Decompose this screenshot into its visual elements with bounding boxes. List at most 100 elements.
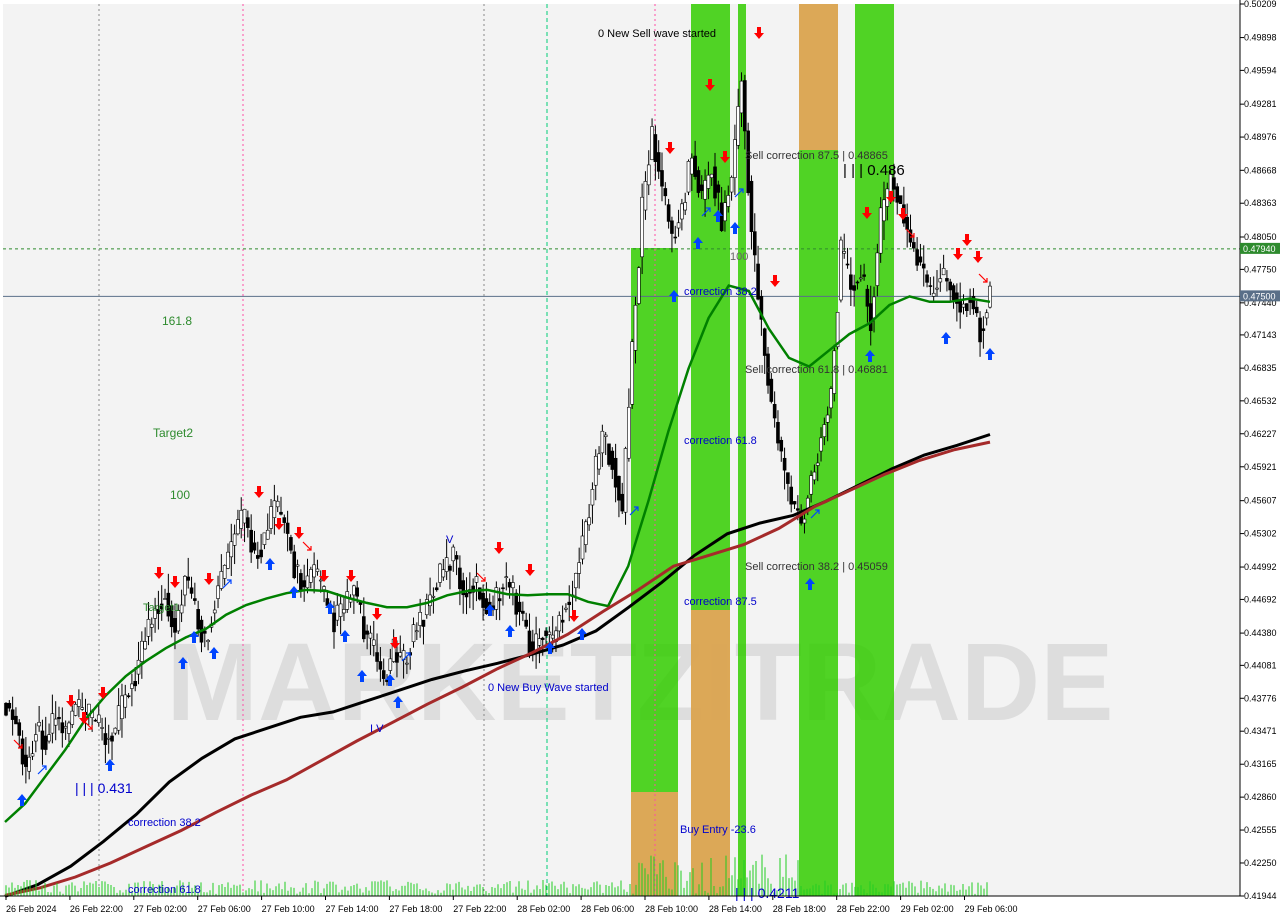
y-tick-label: 0.44992 bbox=[1244, 562, 1277, 572]
candle-body bbox=[945, 278, 949, 282]
candle-body bbox=[762, 328, 767, 356]
candle-body bbox=[265, 529, 270, 540]
candle bbox=[607, 443, 611, 467]
y-tick-label: 0.44380 bbox=[1244, 628, 1277, 638]
candle-body bbox=[789, 486, 794, 505]
candle-body bbox=[106, 737, 111, 740]
candle bbox=[839, 236, 843, 303]
candle-body bbox=[375, 652, 379, 662]
price-chart[interactable]: MARKETZITRADE0 New Sell wave started0 Ne… bbox=[0, 0, 1280, 920]
candle-body bbox=[941, 268, 946, 276]
candle-body bbox=[17, 722, 22, 736]
candle-body bbox=[398, 652, 403, 657]
candle-body bbox=[504, 576, 509, 579]
candle-body bbox=[521, 610, 525, 614]
candle-body bbox=[418, 611, 422, 626]
candle-body bbox=[236, 519, 240, 535]
candle-body bbox=[322, 586, 326, 590]
candle-body bbox=[868, 303, 873, 332]
candle-body bbox=[673, 236, 678, 239]
candle-body bbox=[193, 598, 197, 601]
candle-body bbox=[362, 616, 366, 640]
candle-body bbox=[978, 317, 982, 343]
candle-body bbox=[590, 489, 595, 506]
candle-body bbox=[739, 80, 744, 114]
candle-body bbox=[547, 631, 552, 635]
x-tick-label: 26 Feb 22:00 bbox=[70, 904, 123, 914]
candle-body bbox=[10, 709, 15, 720]
y-tick-label: 0.41944 bbox=[1244, 891, 1277, 901]
candle bbox=[637, 266, 641, 306]
candle-body bbox=[733, 139, 737, 178]
candle-body bbox=[272, 500, 277, 518]
candle-body bbox=[53, 718, 58, 726]
candle-body bbox=[378, 661, 383, 670]
x-tick-label: 27 Feb 18:00 bbox=[389, 904, 442, 914]
x-tick-label: 28 Feb 06:00 bbox=[581, 904, 634, 914]
candle-body bbox=[67, 722, 71, 734]
candle-body bbox=[743, 80, 747, 132]
annotation-lvl-100: 100 bbox=[730, 251, 748, 263]
candle-body bbox=[146, 619, 151, 637]
annotation-sell-corr-875: Sell correction 87.5 | 0.48865 bbox=[745, 150, 888, 162]
candle-body bbox=[965, 303, 969, 311]
candle-body bbox=[921, 263, 926, 269]
candle-body bbox=[839, 239, 843, 301]
candle-body bbox=[640, 196, 644, 258]
candle-body bbox=[497, 598, 502, 602]
candle-body bbox=[24, 754, 28, 767]
candle-body bbox=[574, 573, 578, 589]
candle-body bbox=[597, 453, 601, 470]
y-tick-label: 0.45302 bbox=[1244, 529, 1277, 539]
candle-body bbox=[875, 252, 880, 286]
annotation-target1: Target1 bbox=[143, 602, 180, 614]
annotation-target2: Target2 bbox=[153, 426, 193, 440]
candle-body bbox=[63, 726, 68, 729]
candle-body bbox=[335, 604, 340, 621]
candle-body bbox=[126, 695, 131, 697]
y-tick-label: 0.49898 bbox=[1244, 33, 1277, 43]
candle-body bbox=[736, 106, 741, 146]
candle-body bbox=[895, 186, 900, 203]
candle-body bbox=[802, 518, 807, 524]
y-tick-label: 0.43471 bbox=[1244, 726, 1277, 736]
candle bbox=[73, 702, 78, 717]
candle-body bbox=[670, 220, 674, 234]
candle-body bbox=[981, 328, 986, 331]
candle-body bbox=[623, 448, 628, 513]
candle-body bbox=[50, 713, 55, 734]
candle-body bbox=[448, 565, 452, 571]
candle-body bbox=[259, 549, 263, 558]
candle-body bbox=[229, 541, 234, 558]
candle-body bbox=[120, 695, 124, 720]
x-tick-label: 28 Feb 10:00 bbox=[645, 904, 698, 914]
y-tick-label: 0.47750 bbox=[1244, 264, 1277, 274]
candle-body bbox=[898, 195, 903, 204]
candle-body bbox=[693, 155, 697, 177]
candle-body bbox=[627, 406, 631, 459]
candle-body bbox=[911, 242, 916, 249]
candle-body bbox=[779, 439, 784, 452]
candle-body bbox=[163, 598, 167, 600]
candle-body bbox=[93, 719, 98, 722]
candle-body bbox=[196, 609, 200, 630]
candle-body bbox=[928, 285, 933, 287]
candle-body bbox=[696, 170, 701, 193]
candle-body bbox=[219, 571, 224, 589]
candle-body bbox=[269, 506, 273, 529]
candle-body bbox=[252, 542, 257, 551]
candle-body bbox=[299, 573, 303, 591]
candle-body bbox=[202, 630, 207, 634]
candle-body bbox=[961, 303, 966, 308]
candle-body bbox=[37, 721, 41, 727]
candle-body bbox=[40, 730, 45, 750]
candle-body bbox=[686, 161, 691, 193]
candle-body bbox=[474, 576, 479, 583]
candle-body bbox=[454, 555, 459, 560]
annotation-sell-corr-382: Sell correction 38.2 | 0.45059 bbox=[745, 561, 888, 573]
annotation-roman-v: V bbox=[446, 534, 454, 546]
candle-body bbox=[206, 640, 210, 643]
y-tick-label: 0.48050 bbox=[1244, 232, 1277, 242]
candle-body bbox=[100, 727, 104, 729]
candle-body bbox=[415, 630, 419, 633]
